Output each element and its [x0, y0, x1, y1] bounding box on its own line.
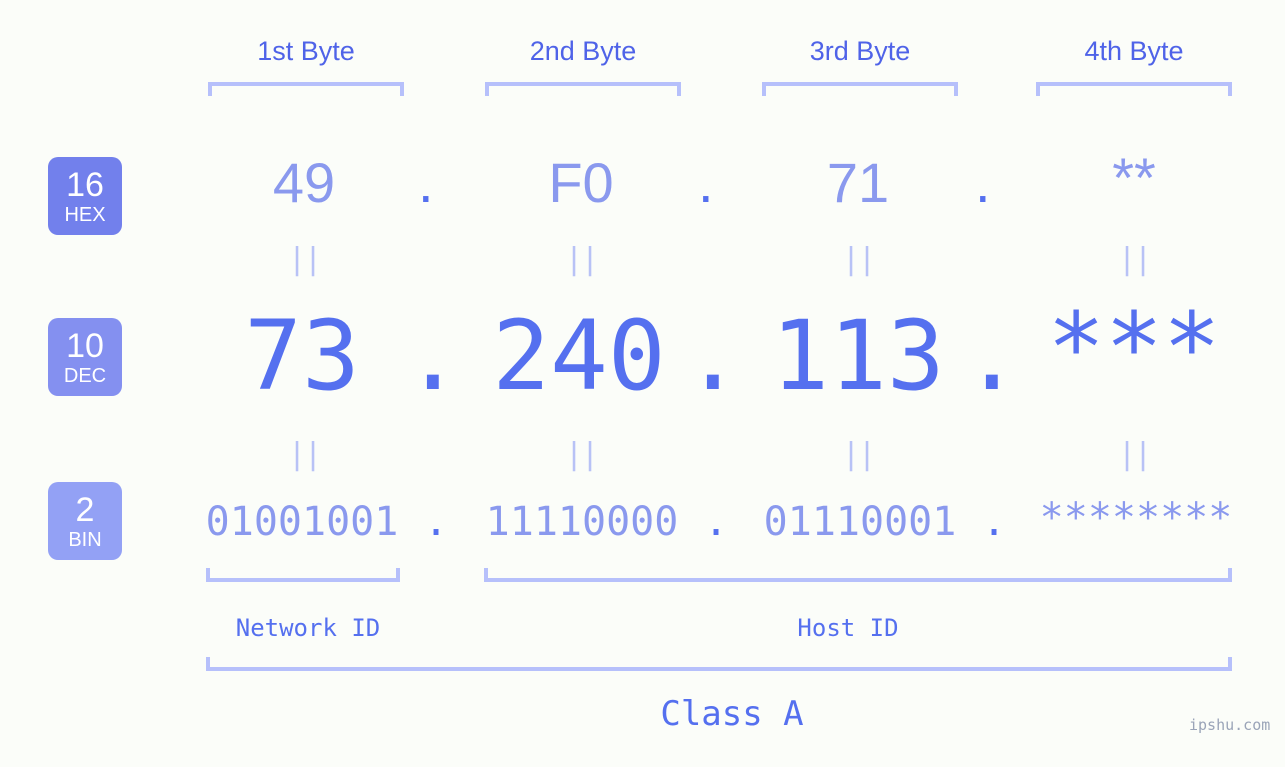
bin-byte-2: 11110000 [485, 499, 679, 545]
dec-separator-3: . [963, 300, 1021, 412]
base-badge-dec-abbr: DEC [63, 364, 107, 387]
byte-header-4: 4th Byte [1084, 36, 1184, 66]
byte-bracket-top-3 [762, 82, 958, 96]
hex-separator-2: . [698, 151, 714, 214]
hex-separator-1: . [418, 151, 434, 214]
base-badge-hex-abbr: HEX [64, 203, 106, 226]
byte-header-2: 2nd Byte [529, 36, 637, 66]
byte-bracket-top-2 [485, 82, 681, 96]
hex-byte-1: 49 [272, 151, 336, 214]
network-id-label: Network ID [235, 614, 381, 642]
equals-marker-hexdec-4: || [1117, 242, 1152, 277]
base-badge-hex-number: 16 [66, 165, 104, 204]
bin-byte-1: 01001001 [205, 499, 399, 545]
base-badge-bin-abbr: BIN [68, 528, 102, 551]
hex-byte-3: 71 [826, 151, 890, 214]
byte-bracket-top-1 [208, 82, 404, 96]
equals-marker-decbin-3: || [841, 437, 876, 472]
dec-separator-2: . [684, 300, 742, 412]
bin-byte-4: ******** [1039, 495, 1233, 541]
dec-separator-1: . [404, 300, 462, 412]
equals-marker-hexdec-3: || [841, 242, 876, 277]
bin-separator-1: . [424, 499, 449, 545]
equals-marker-decbin-4: || [1117, 437, 1152, 472]
bin-separator-2: . [704, 499, 729, 545]
hex-byte-2: F0 [548, 151, 614, 214]
hex-separator-3: . [975, 151, 991, 214]
base-badge-hex: 16 HEX [48, 157, 122, 235]
base-badge-dec-number: 10 [66, 326, 104, 365]
dec-byte-3: 113 [771, 300, 945, 412]
equals-marker-hexdec-2: || [564, 242, 599, 277]
bin-separator-3: . [982, 499, 1007, 545]
base-badge-bin-number: 2 [75, 490, 95, 529]
ip-address-breakdown-diagram: 1st Byte 2nd Byte 3rd Byte 4th Byte 16 H… [0, 0, 1285, 767]
host-id-label: Host ID [797, 614, 899, 642]
host-id-bracket [484, 568, 1232, 582]
base-badge-dec: 10 DEC [48, 318, 122, 396]
site-watermark: ipshu.com [1189, 716, 1271, 734]
base-badge-bin: 2 BIN [48, 482, 122, 560]
byte-bracket-top-4 [1036, 82, 1232, 96]
dec-byte-1: 73 [244, 300, 360, 412]
equals-marker-decbin-2: || [564, 437, 599, 472]
hex-byte-4: ** [1112, 146, 1156, 209]
dec-byte-2: 240 [492, 300, 666, 412]
network-id-bracket [206, 568, 400, 582]
bin-byte-3: 01110001 [763, 499, 957, 545]
class-label: Class A [660, 694, 804, 734]
byte-header-3: 3rd Byte [809, 36, 911, 66]
dec-byte-4: *** [1047, 292, 1221, 404]
byte-header-1: 1st Byte [257, 36, 355, 66]
class-bracket [206, 657, 1232, 671]
equals-marker-decbin-1: || [287, 437, 322, 472]
equals-marker-hexdec-1: || [287, 242, 322, 277]
